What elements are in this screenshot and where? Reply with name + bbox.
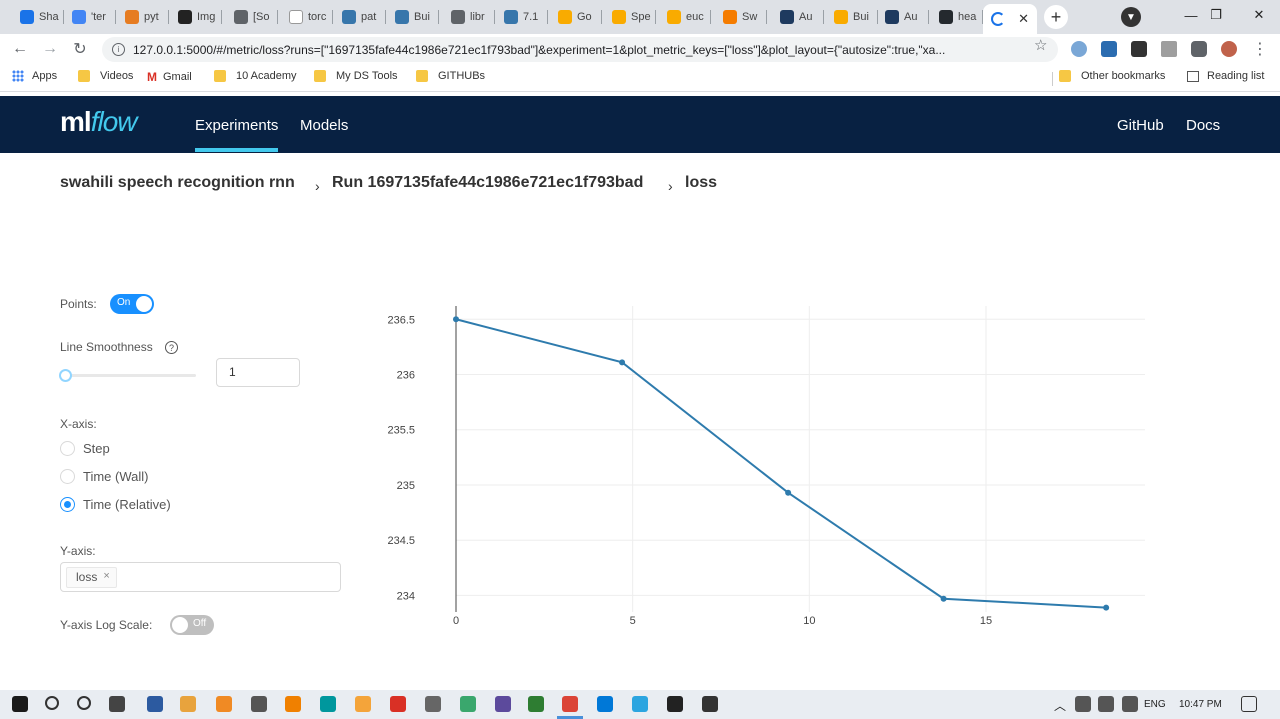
wifi-icon[interactable] <box>1122 696 1138 712</box>
file-explorer-icon[interactable] <box>180 696 196 712</box>
app-icon[interactable] <box>251 696 267 712</box>
x-tick-label: 15 <box>980 615 992 627</box>
vscode-icon[interactable] <box>597 696 613 712</box>
windows-taskbar <box>0 690 1280 719</box>
blender-icon[interactable] <box>355 696 371 712</box>
app-icon[interactable] <box>216 696 232 712</box>
loss-series-line <box>455 318 1107 609</box>
vlc-icon[interactable] <box>285 696 301 712</box>
cortana-icon[interactable] <box>77 696 91 710</box>
y-tick-label: 235 <box>397 480 415 492</box>
app-icon[interactable] <box>425 696 441 712</box>
tray-expand-icon[interactable]: ︿ <box>1054 697 1066 714</box>
y-tick-label: 235.5 <box>387 425 415 437</box>
search-icon[interactable] <box>45 696 59 710</box>
mic-icon[interactable] <box>390 696 406 712</box>
y-tick-label: 234 <box>397 590 415 602</box>
volume-icon[interactable] <box>1098 696 1114 712</box>
app-icon[interactable] <box>528 696 544 712</box>
app-icon[interactable] <box>495 696 511 712</box>
task-view-icon[interactable] <box>109 696 125 712</box>
data-point <box>940 595 947 602</box>
terminal-icon[interactable] <box>667 696 683 712</box>
arduino-icon[interactable] <box>320 696 336 712</box>
telegram-icon[interactable] <box>632 696 648 712</box>
data-point <box>453 316 459 323</box>
app-icon[interactable] <box>702 696 718 712</box>
notifications-icon[interactable] <box>1241 696 1257 712</box>
app-icon[interactable] <box>460 696 476 712</box>
x-tick-label: 5 <box>630 615 636 627</box>
data-point <box>785 489 792 496</box>
clock[interactable]: 10:47 PM <box>1179 699 1222 710</box>
x-tick-label: 10 <box>803 615 815 627</box>
app-icon[interactable] <box>147 696 163 712</box>
y-tick-label: 236 <box>397 369 415 381</box>
x-tick-label: 0 <box>453 615 459 627</box>
chrome-icon[interactable] <box>562 696 578 712</box>
loss-chart[interactable]: 236.5 236 235.5 235 234.5 234 0 5 10 15 <box>0 0 1280 719</box>
battery-icon[interactable] <box>1075 696 1091 712</box>
y-tick-label: 234.5 <box>387 535 415 547</box>
y-tick-label: 236.5 <box>387 314 415 326</box>
start-icon[interactable] <box>12 696 28 712</box>
data-point <box>619 359 626 366</box>
language-indicator[interactable]: ENG <box>1144 699 1166 710</box>
data-point <box>1103 604 1110 611</box>
